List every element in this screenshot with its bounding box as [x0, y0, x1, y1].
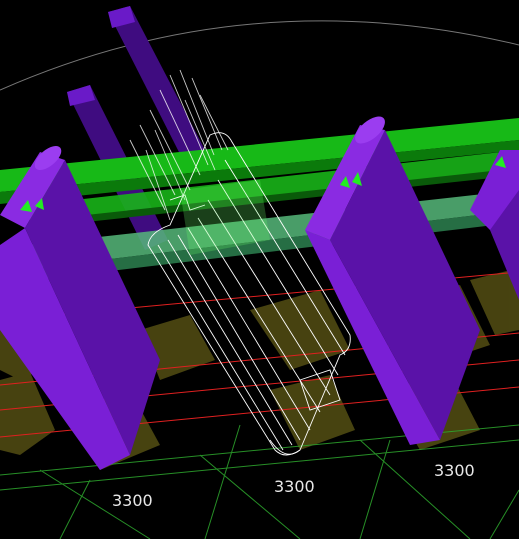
dimension-label-left: 3300 [112, 491, 153, 510]
view-boundary-arc [0, 20, 519, 91]
dimension-label-right: 3300 [434, 461, 475, 480]
dimension-label-center: 3300 [274, 477, 315, 496]
3d-scene[interactable] [0, 0, 519, 539]
3d-viewport[interactable]: 3300 3300 3300 [0, 0, 519, 539]
